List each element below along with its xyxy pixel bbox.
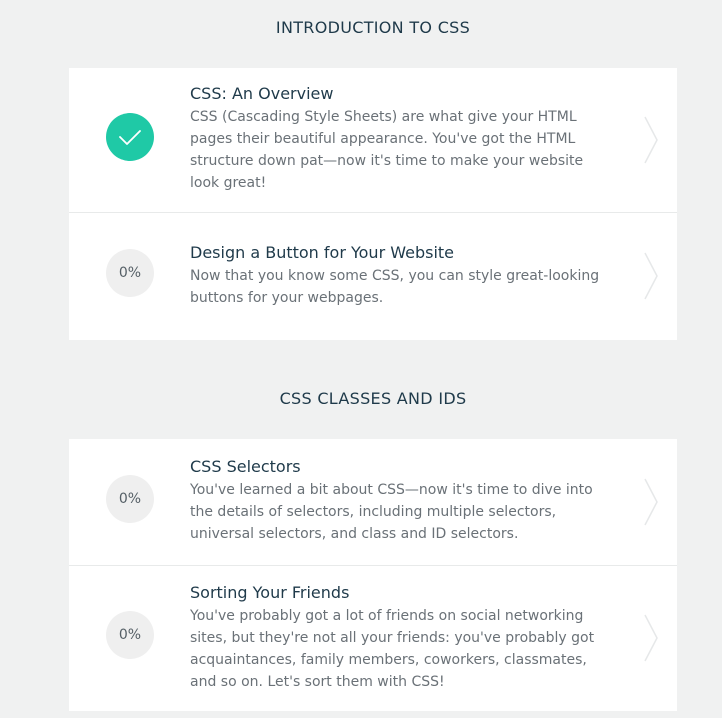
lesson-description: CSS (Cascading Style Sheets) are what gi… [190, 109, 584, 191]
lesson-row-css-selectors[interactable]: 0% CSS Selectors You've learned a bit ab… [69, 439, 677, 566]
lesson-row-sorting-friends[interactable]: 0% Sorting Your Friends You've probably … [69, 566, 677, 711]
lesson-card-classes-ids: 0% CSS Selectors You've learned a bit ab… [69, 439, 677, 711]
lesson-status-complete [106, 113, 154, 161]
section-title-classes-ids: CSS CLASSES AND IDS [279, 389, 467, 408]
lesson-title: CSS Selectors [190, 457, 301, 476]
lesson-row-design-button[interactable]: 0% Design a Button for Your Website Now … [69, 213, 677, 340]
lesson-progress-badge: 0% [106, 249, 154, 297]
chevron-right-icon[interactable] [643, 613, 659, 663]
lesson-progress-badge: 0% [106, 611, 154, 659]
lesson-card-introduction: CSS: An Overview CSS (Cascading Style Sh… [69, 68, 677, 340]
lesson-title: CSS: An Overview [190, 84, 334, 103]
checkmark-icon [119, 130, 141, 145]
lesson-description: You've learned a bit about CSS—now it's … [190, 482, 593, 542]
lesson-title: Sorting Your Friends [190, 583, 350, 602]
lesson-description: Now that you know some CSS, you can styl… [190, 268, 600, 306]
chevron-right-icon[interactable] [643, 115, 659, 165]
lesson-row-css-overview[interactable]: CSS: An Overview CSS (Cascading Style Sh… [69, 68, 677, 213]
lesson-title: Design a Button for Your Website [190, 243, 455, 262]
lesson-description: You've probably got a lot of friends on … [190, 608, 595, 690]
lesson-progress-badge: 0% [106, 475, 154, 523]
chevron-right-icon[interactable] [643, 251, 659, 301]
chevron-right-icon[interactable] [643, 477, 659, 527]
section-title-introduction: INTRODUCTION TO CSS [275, 18, 471, 37]
